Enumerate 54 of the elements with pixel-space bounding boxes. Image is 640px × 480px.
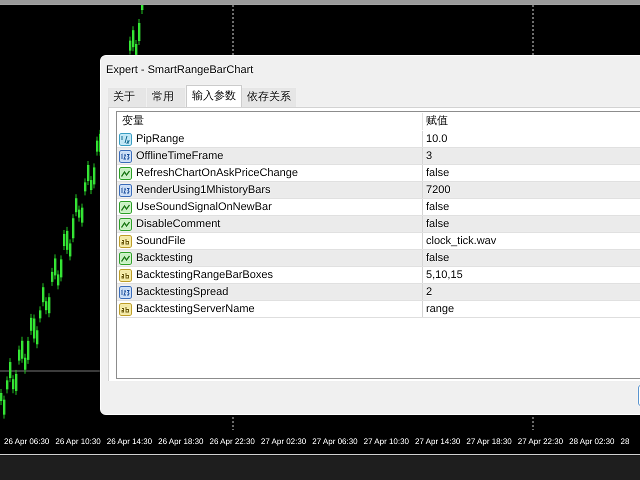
parameter-value[interactable]: 5,10,15 xyxy=(426,266,463,284)
parameter-name: BacktestingRangeBarBoxes xyxy=(136,268,273,283)
parameter-value[interactable]: false xyxy=(426,250,450,266)
time-axis-label: 28 Apr 02:30 xyxy=(569,437,614,447)
time-axis-label: 27 Apr 02:30 xyxy=(260,437,306,447)
parameter-name: RenderUsing1MhistoryBars xyxy=(136,182,270,198)
parameter-name: PipRange xyxy=(136,132,184,147)
parameter-value[interactable]: 2 xyxy=(426,284,432,300)
parameter-name: RefreshChartOnAskPriceChange xyxy=(136,166,298,181)
parameter-value[interactable]: false xyxy=(426,198,450,216)
time-axis-label: 26 Apr 18:30 xyxy=(158,437,204,447)
bool-type-icon xyxy=(119,218,132,230)
parameter-value[interactable]: false xyxy=(426,164,450,182)
time-axis-label: 27 Apr 06:30 xyxy=(312,437,358,447)
time-axis-label: 28 xyxy=(620,437,630,447)
parameter-name: BacktestingServerName xyxy=(136,302,255,317)
time-axis-label: 27 Apr 10:30 xyxy=(364,437,409,447)
candle xyxy=(141,5,144,15)
bool-type-icon xyxy=(119,252,132,264)
int-type-icon xyxy=(119,184,132,196)
time-axis-label: 26 Apr 14:30 xyxy=(106,437,152,447)
int-type-icon xyxy=(119,150,132,162)
parameter-value[interactable]: range xyxy=(426,300,454,318)
tab[interactable]: 常用 xyxy=(147,88,185,107)
time-axis-label: 26 Apr 22:30 xyxy=(210,437,255,447)
parameter-name: BacktestingSpread xyxy=(136,284,228,300)
time-axis-label: 27 Apr 14:30 xyxy=(415,437,460,447)
tab[interactable]: 关于 xyxy=(108,88,146,107)
parameter-value[interactable]: 3 xyxy=(426,148,432,164)
string-type-icon xyxy=(119,268,132,282)
parameter-name: SoundFile xyxy=(136,234,186,249)
time-axis-label: 27 Apr 18:30 xyxy=(466,437,512,447)
double-type-icon xyxy=(119,132,132,146)
time-axis-label: 26 Apr 10:30 xyxy=(55,437,101,447)
window-title: Expert - SmartRangeBarChart xyxy=(105,63,254,78)
parameter-name: Backtesting xyxy=(136,250,193,266)
tab[interactable]: 输入参数 xyxy=(186,85,242,107)
parameter-value[interactable]: 10.0 xyxy=(426,130,448,148)
int-type-icon xyxy=(119,286,132,298)
parameter-value[interactable]: clock_tick.wav xyxy=(426,232,496,250)
column-header[interactable]: 变量 xyxy=(117,113,422,130)
column-header[interactable]: 赋值 xyxy=(422,113,640,130)
parameter-name: DisableComment xyxy=(136,216,220,232)
tab[interactable]: 依存关系 xyxy=(242,88,296,107)
bool-type-icon xyxy=(119,200,132,214)
string-type-icon xyxy=(119,234,132,248)
parameter-name: OfflineTimeFrame xyxy=(136,148,224,164)
string-type-icon xyxy=(119,302,132,316)
parameter-name: UseSoundSignalOnNewBar xyxy=(136,200,272,215)
bool-type-icon xyxy=(119,166,132,180)
parameter-value[interactable]: 7200 xyxy=(426,182,450,198)
time-axis-label: 27 Apr 22:30 xyxy=(518,437,564,447)
parameter-value[interactable]: false xyxy=(426,216,450,232)
time-axis-label: 26 Apr 06:30 xyxy=(4,437,50,447)
